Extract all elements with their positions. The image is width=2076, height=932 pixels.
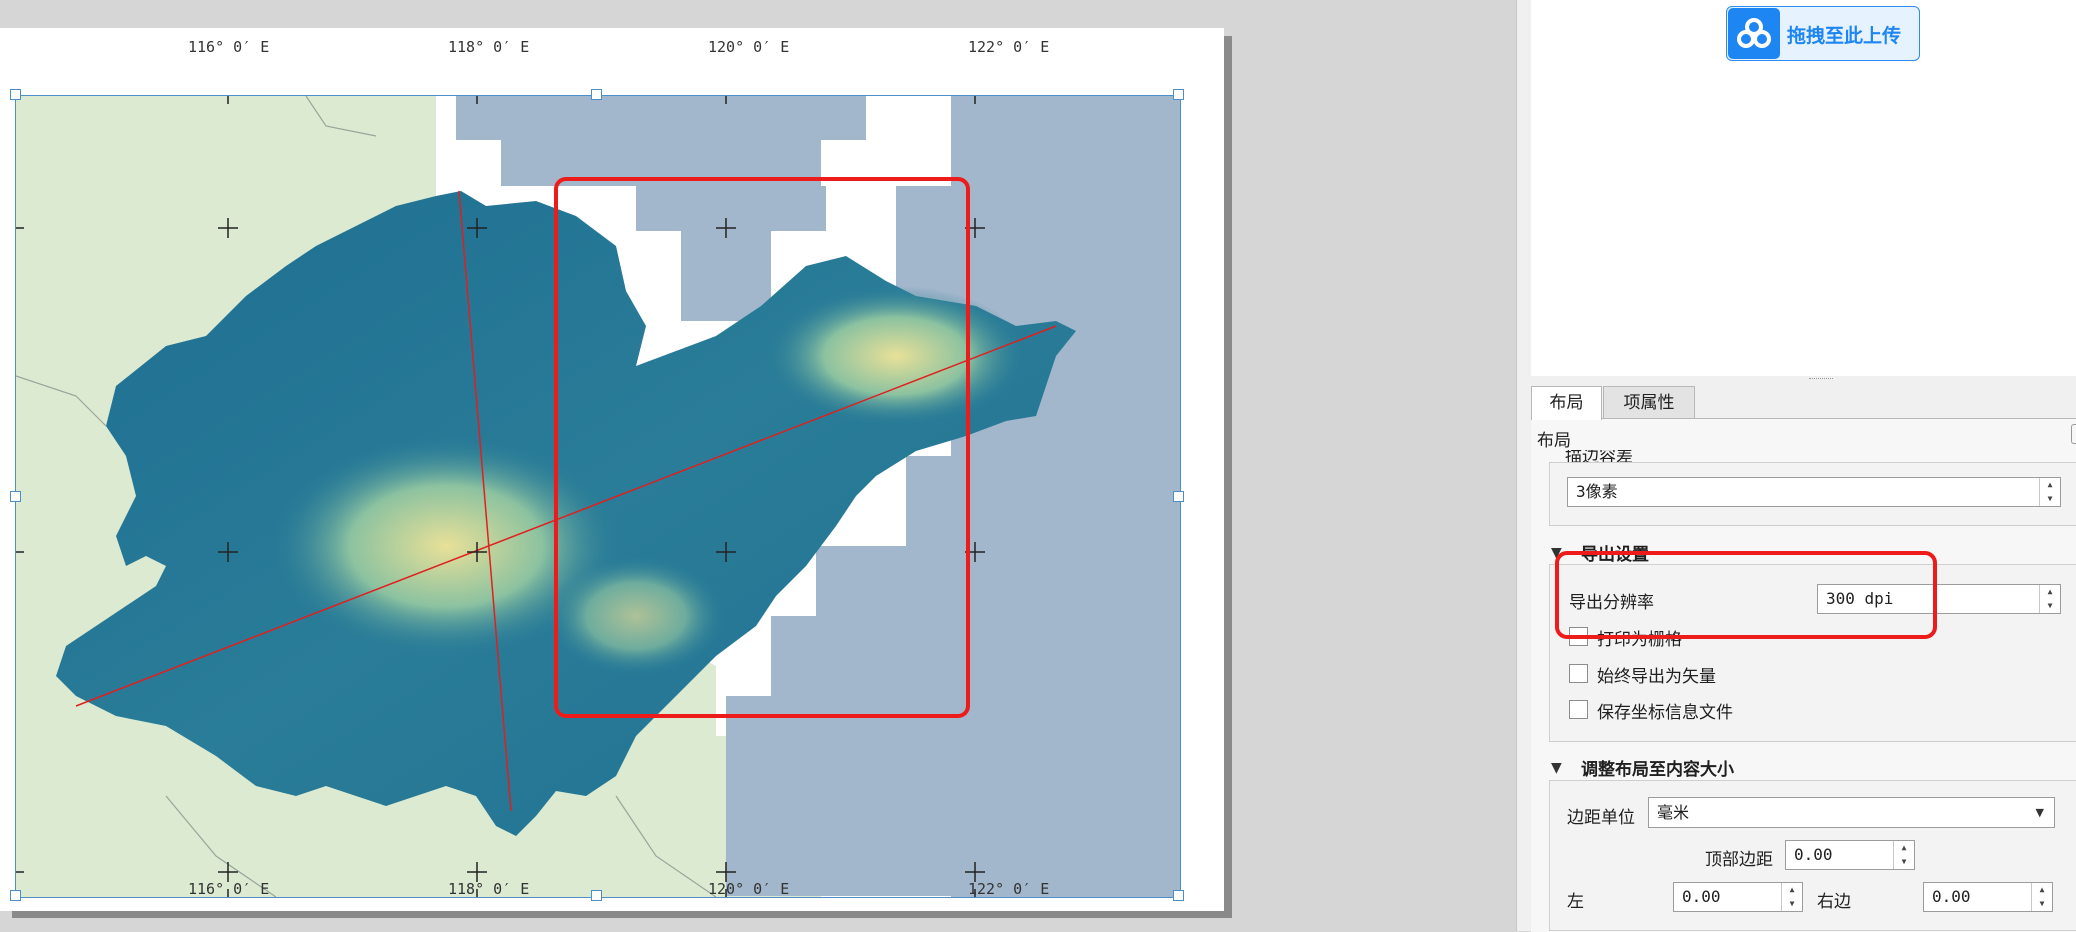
- spin-arrows[interactable]: ▲ ▼: [2031, 883, 2052, 911]
- dem-highland: [546, 556, 726, 676]
- panel-splitter[interactable]: [1809, 378, 1833, 383]
- resize-handle[interactable]: [1173, 89, 1184, 100]
- bottom-tick-label: 118° 0′ E: [448, 880, 530, 898]
- top-tick-label: 120° 0′ E: [708, 38, 790, 56]
- baidu-netdisk-icon: [1728, 8, 1780, 59]
- always-export-vector-label: 始终导出为矢量: [1597, 667, 1716, 687]
- save-world-file-label: 保存坐标信息文件: [1597, 703, 1733, 723]
- export-resolution-value: 300 dpi: [1826, 589, 1894, 608]
- resize-handle[interactable]: [10, 491, 21, 502]
- top-margin-value: 0.00: [1794, 845, 1833, 864]
- map-item[interactable]: [15, 95, 1181, 898]
- bottom-tick-label: 122° 0′ E: [968, 880, 1050, 898]
- up-arrow-icon[interactable]: ▲: [1782, 883, 1802, 897]
- resize-handle[interactable]: [10, 89, 21, 100]
- chevron-down-icon[interactable]: ▼: [2036, 798, 2044, 827]
- down-arrow-icon[interactable]: ▼: [2040, 599, 2060, 613]
- scroll-indicator[interactable]: [2071, 424, 2076, 444]
- map-canvas: [16, 96, 1180, 897]
- tab-layout[interactable]: 布局: [1531, 386, 1602, 420]
- resize-handle[interactable]: [591, 89, 602, 100]
- left-margin-value: 0.00: [1682, 887, 1721, 906]
- resize-handle[interactable]: [1173, 890, 1184, 901]
- spin-arrows[interactable]: ▲ ▼: [1781, 883, 1802, 911]
- upload-button[interactable]: 拖拽至此上传: [1726, 6, 1920, 61]
- print-as-raster-checkbox[interactable]: [1569, 627, 1588, 646]
- left-margin-label: 左: [1567, 892, 1584, 912]
- down-arrow-icon[interactable]: ▼: [2040, 492, 2060, 506]
- up-arrow-icon[interactable]: ▲: [2040, 478, 2060, 492]
- export-settings-header[interactable]: 导出设置: [1581, 540, 1649, 565]
- export-resolution-spinbox[interactable]: 300 dpi ▲ ▼: [1817, 584, 2061, 614]
- spin-arrows[interactable]: ▲ ▼: [2039, 478, 2060, 506]
- dem-highland: [766, 286, 1026, 426]
- resize-handle[interactable]: [10, 890, 21, 901]
- export-resolution-label: 导出分辨率: [1569, 593, 1654, 613]
- bottom-tick-label: 116° 0′ E: [188, 880, 270, 898]
- spin-arrows[interactable]: ▲ ▼: [2039, 585, 2060, 613]
- up-arrow-icon[interactable]: ▲: [2032, 883, 2052, 897]
- margin-unit-label: 边距单位: [1567, 808, 1635, 828]
- resize-layout-header[interactable]: 调整布局至内容大小: [1581, 755, 1734, 780]
- upload-label: 拖拽至此上传: [1787, 25, 1902, 47]
- stroke-tolerance-value: 3像素: [1576, 482, 1618, 501]
- collapse-triangle-icon[interactable]: ▼: [1551, 760, 1562, 776]
- top-margin-label: 顶部边距: [1705, 850, 1773, 870]
- resize-handle[interactable]: [591, 890, 602, 901]
- right-margin-label: 右边: [1817, 892, 1851, 912]
- right-margin-spinbox[interactable]: 0.00 ▲ ▼: [1923, 882, 2053, 912]
- margin-unit-select[interactable]: 毫米 ▼: [1648, 797, 2055, 828]
- margin-unit-value: 毫米: [1657, 803, 1690, 822]
- save-world-file-checkbox[interactable]: [1569, 700, 1588, 719]
- down-arrow-icon[interactable]: ▼: [2032, 897, 2052, 911]
- print-as-raster-label: 打印为栅格: [1597, 630, 1682, 650]
- upload-drop-zone[interactable]: 拖拽至此上传: [1531, 0, 2076, 376]
- left-margin-spinbox[interactable]: 0.00 ▲ ▼: [1673, 882, 1803, 912]
- always-export-vector-checkbox[interactable]: [1569, 664, 1588, 683]
- top-tick-label: 116° 0′ E: [188, 38, 270, 56]
- layout-canvas[interactable]: 116° 0′ E 118° 0′ E 120° 0′ E 122° 0′ E: [0, 0, 1516, 931]
- layout-page[interactable]: 116° 0′ E 118° 0′ E 120° 0′ E 122° 0′ E: [0, 28, 1224, 911]
- spin-arrows[interactable]: ▲ ▼: [1893, 841, 1914, 869]
- down-arrow-icon[interactable]: ▼: [1894, 855, 1914, 869]
- up-arrow-icon[interactable]: ▲: [1894, 841, 1914, 855]
- top-margin-spinbox[interactable]: 0.00 ▲ ▼: [1785, 840, 1915, 870]
- bottom-tick-label: 120° 0′ E: [708, 880, 790, 898]
- properties-panel: 拖拽至此上传 布局 项属性 布局 描边容差 3像素 ▲ ▼ ▼ 导出设置 导出分辨…: [1516, 0, 2076, 932]
- right-margin-value: 0.00: [1932, 887, 1971, 906]
- section-title: 布局: [1537, 431, 1571, 451]
- top-tick-label: 122° 0′ E: [968, 38, 1050, 56]
- tab-item-properties[interactable]: 项属性: [1603, 386, 1695, 418]
- collapse-triangle-icon[interactable]: ▼: [1551, 545, 1562, 561]
- top-tick-label: 118° 0′ E: [448, 38, 530, 56]
- stroke-tolerance-spinbox[interactable]: 3像素 ▲ ▼: [1567, 477, 2061, 507]
- down-arrow-icon[interactable]: ▼: [1782, 897, 1802, 911]
- up-arrow-icon[interactable]: ▲: [2040, 585, 2060, 599]
- resize-handle[interactable]: [1173, 491, 1184, 502]
